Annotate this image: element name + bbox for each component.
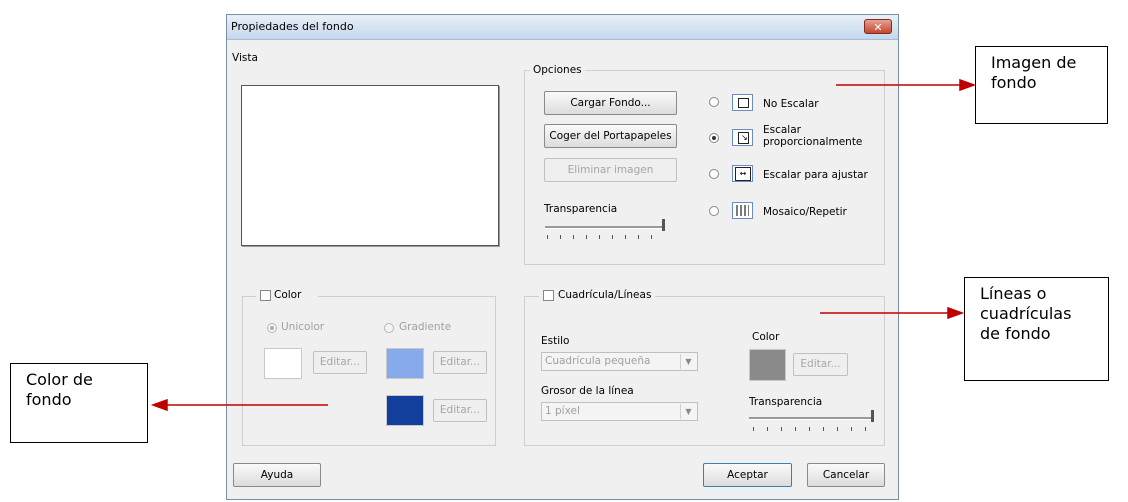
arrowhead-color — [150, 398, 168, 412]
arrowhead-grid — [947, 306, 965, 320]
annotation-arrows — [150, 78, 977, 412]
arrowhead-image — [959, 78, 977, 92]
